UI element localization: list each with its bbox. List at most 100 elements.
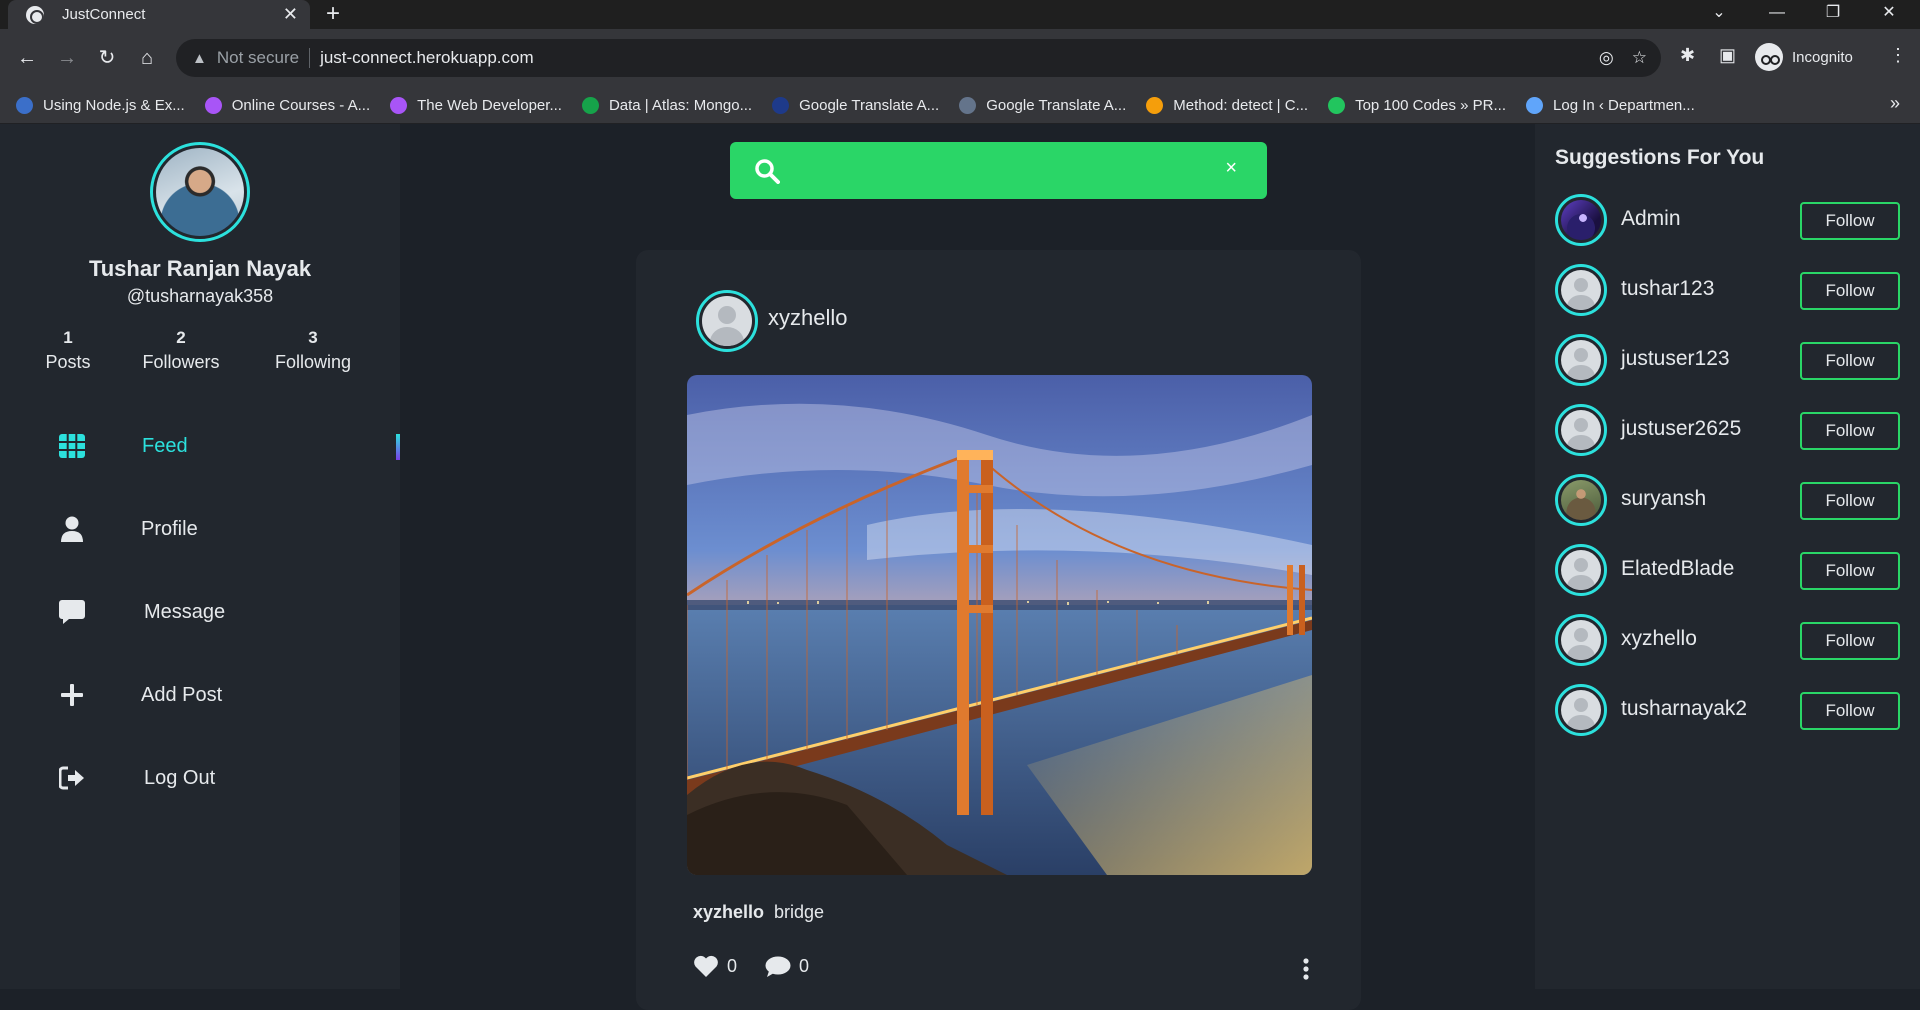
bookmark-item[interactable]: Data | Atlas: Mongo... (581, 96, 752, 114)
restore-icon[interactable]: ❐ (1810, 0, 1856, 29)
suggestion-row: justuser2625 Follow (1555, 404, 1900, 456)
bookmark-item[interactable]: Method: detect | C... (1146, 96, 1308, 114)
bookmark-label: Log In ‹ Departmen... (1553, 96, 1695, 114)
post-author-name[interactable]: xyzhello (768, 305, 847, 331)
close-tab-icon[interactable]: ✕ (283, 4, 298, 25)
clear-search-icon[interactable]: × (1225, 157, 1237, 180)
grid-icon (58, 432, 86, 460)
eye-off-icon[interactable]: ◎ (1599, 48, 1614, 68)
feed: × xyzhello xyzhello bridge 0 0 (400, 124, 1535, 1010)
window-close-icon[interactable]: ✕ (1866, 0, 1912, 29)
extensions-icon[interactable]: ✱ (1680, 45, 1695, 66)
forward-icon[interactable]: → (53, 45, 81, 71)
url-text[interactable]: just-connect.herokuapp.com (320, 48, 1581, 68)
bookmark-item[interactable]: Log In ‹ Departmen... (1526, 96, 1695, 114)
follow-button[interactable]: Follow (1800, 482, 1900, 520)
new-tab-button[interactable]: + (326, 0, 340, 29)
nav-label: Profile (141, 517, 198, 540)
nav-label: Add Post (141, 683, 223, 706)
message-icon (58, 598, 86, 626)
follow-button[interactable]: Follow (1800, 272, 1900, 310)
suggestions-panel: Suggestions For You Admin Follow tushar1… (1535, 124, 1920, 989)
suggestion-name[interactable]: suryansh (1621, 487, 1706, 511)
suggestion-avatar[interactable] (1555, 614, 1607, 666)
menu-icon[interactable]: ⋮ (1889, 45, 1907, 66)
not-secure-label[interactable]: Not secure (217, 48, 299, 68)
suggestion-name[interactable]: tusharnayak2 (1621, 697, 1747, 721)
tab-search-icon[interactable]: ⌄ (1696, 0, 1742, 29)
suggestion-name[interactable]: justuser2625 (1621, 417, 1741, 441)
follow-button[interactable]: Follow (1800, 552, 1900, 590)
address-divider (309, 48, 311, 68)
stat-label: Posts (45, 352, 91, 372)
stat-value: 2 (176, 328, 186, 347)
like-button[interactable]: 0 (693, 955, 737, 978)
admin-avatar (1561, 200, 1601, 240)
browser-tab[interactable]: JustConnect ✕ (8, 0, 310, 29)
suggestion-name[interactable]: xyzhello (1621, 627, 1697, 651)
suggestion-avatar[interactable] (1555, 544, 1607, 596)
stat-posts[interactable]: 1 Posts (44, 328, 92, 373)
suggestion-row: tusharnayak2 Follow (1555, 684, 1900, 736)
stat-following[interactable]: 3 Following (268, 328, 358, 373)
bookmark-item[interactable]: Top 100 Codes » PR... (1328, 96, 1506, 114)
follow-button[interactable]: Follow (1800, 692, 1900, 730)
suggestion-avatar[interactable] (1555, 684, 1607, 736)
more-bookmarks-icon[interactable]: » (1890, 93, 1900, 114)
bookmark-icon (204, 96, 222, 114)
heart-icon (694, 955, 718, 977)
home-icon[interactable]: ⌂ (133, 45, 161, 71)
side-panel-icon[interactable]: ▣ (1719, 45, 1736, 66)
nav-profile[interactable]: Profile (0, 507, 400, 551)
search-input[interactable] (802, 156, 1202, 186)
nav-feed[interactable]: Feed (0, 424, 400, 468)
plus-icon (58, 681, 86, 709)
back-icon[interactable]: ← (13, 45, 41, 71)
suggestion-name[interactable]: tushar123 (1621, 277, 1714, 301)
default-avatar (1561, 410, 1601, 450)
bookmark-item[interactable]: Google Translate A... (772, 96, 939, 114)
stat-followers[interactable]: 2 Followers (138, 328, 224, 373)
nav-label: Feed (142, 434, 188, 457)
bookmark-item[interactable]: Online Courses - A... (204, 96, 370, 114)
follow-button[interactable]: Follow (1800, 412, 1900, 450)
profile-avatar[interactable] (150, 142, 250, 242)
search-bar[interactable]: × (730, 142, 1267, 199)
follow-button[interactable]: Follow (1800, 202, 1900, 240)
nav-log-out[interactable]: Log Out (0, 756, 400, 800)
address-bar[interactable]: ▲ Not secure just-connect.herokuapp.com … (176, 39, 1661, 77)
bookmark-item[interactable]: Google Translate A... (959, 96, 1126, 114)
star-icon[interactable]: ☆ (1632, 48, 1647, 68)
bookmarks-bar: Using Node.js & Ex... Online Courses - A… (0, 87, 1920, 124)
bookmark-icon (1146, 96, 1164, 114)
more-options-icon[interactable] (1303, 958, 1309, 985)
suggestion-avatar[interactable] (1555, 474, 1607, 526)
suggestion-name[interactable]: justuser123 (1621, 347, 1730, 371)
nav-message[interactable]: Message (0, 590, 400, 634)
bookmark-item[interactable]: Using Node.js & Ex... (16, 96, 185, 114)
post-image[interactable] (687, 375, 1312, 875)
suggestion-name[interactable]: ElatedBlade (1621, 557, 1734, 581)
like-count: 0 (727, 956, 738, 976)
caption-author[interactable]: xyzhello (693, 902, 764, 922)
incognito-indicator[interactable]: Incognito (1755, 41, 1853, 73)
post-author-avatar[interactable] (696, 290, 758, 352)
suggestion-avatar[interactable] (1555, 264, 1607, 316)
browser-toolbar: ← → ↻ ⌂ ▲ Not secure just-connect.heroku… (0, 29, 1920, 87)
bookmark-icon (772, 96, 790, 114)
nav-add-post[interactable]: Add Post (0, 673, 400, 717)
bookmark-item[interactable]: The Web Developer... (390, 96, 562, 114)
warning-icon[interactable]: ▲ (192, 50, 207, 67)
follow-button[interactable]: Follow (1800, 342, 1900, 380)
suggestion-name[interactable]: Admin (1621, 207, 1681, 231)
follow-button[interactable]: Follow (1800, 622, 1900, 660)
minimize-icon[interactable]: — (1754, 0, 1800, 29)
comment-button[interactable]: 0 (765, 956, 809, 978)
suggestion-avatar[interactable] (1555, 334, 1607, 386)
browser-tabstrip: JustConnect ✕ + ⌄ — ❐ ✕ (0, 0, 1920, 29)
default-avatar (702, 296, 752, 346)
suggestion-avatar[interactable] (1555, 194, 1607, 246)
suggestion-avatar[interactable] (1555, 404, 1607, 456)
bookmark-icon (581, 96, 599, 114)
reload-icon[interactable]: ↻ (93, 45, 121, 71)
